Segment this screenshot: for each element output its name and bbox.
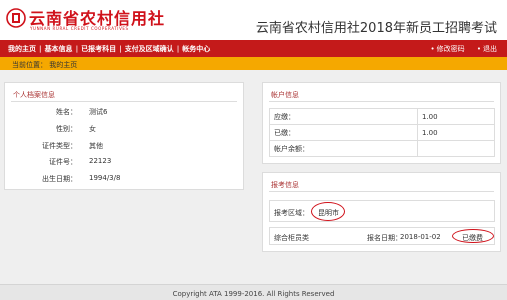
account-value: 1.00	[417, 124, 495, 141]
info-row-name: 姓名： 测试6	[5, 107, 245, 117]
info-label: 证件类型：	[42, 142, 77, 150]
info-label: 证件号：	[49, 158, 77, 166]
account-value: 1.00	[417, 108, 495, 125]
region-label: 报考区域：	[274, 209, 309, 217]
bank-logo-icon	[6, 8, 26, 28]
registration-info-title: 报考信息	[271, 181, 299, 189]
account-label: 帐户余额：	[269, 140, 418, 157]
info-value: 测试6	[89, 108, 108, 116]
nav-separator: |	[119, 45, 122, 53]
account-table: 应缴： 1.00 已缴： 1.00 帐户余额：	[269, 108, 495, 157]
info-row-id-type: 证件类型： 其他	[5, 141, 245, 151]
divider	[269, 191, 494, 192]
info-row-gender: 性别： 女	[5, 124, 245, 134]
position-value: 综合柜员类	[274, 234, 309, 242]
table-row: 应缴： 1.00	[269, 108, 495, 125]
nav-item-registered-subjects[interactable]: 已报考科目	[81, 45, 116, 53]
nav-separator: |	[75, 45, 79, 53]
nav-item-payment-region[interactable]: 支付及区域确认	[125, 45, 174, 53]
personal-info-panel: 个人档案信息 姓名： 测试6 性别： 女 证件类型： 其他 证件号： 22123…	[4, 82, 244, 190]
personal-info-title: 个人档案信息	[13, 91, 55, 99]
logo-subtitle: YUNNAN RURAL CREDIT COOPERATIVES	[30, 26, 129, 31]
info-label: 性别：	[56, 125, 77, 133]
account-label: 应缴：	[269, 108, 418, 125]
nav-separator: |	[39, 45, 42, 53]
nav-item-account-center[interactable]: 帐务中心	[182, 45, 210, 53]
nav-separator: |	[176, 45, 180, 53]
copyright-text: Copyright ATA 1999-2016. All Rights Rese…	[172, 290, 335, 298]
change-password-label: 修改密码	[436, 45, 465, 53]
nav-item-home[interactable]: 我的主页	[8, 45, 36, 53]
registration-position-row: 综合柜员类 报名日期： 2018-01-02 已缴费	[269, 227, 495, 245]
region-highlight	[311, 202, 345, 221]
logout-label: 退出	[483, 45, 497, 53]
nav-item-basic-info[interactable]: 基本信息	[45, 45, 73, 53]
info-label: 姓名：	[56, 108, 77, 116]
info-row-birth-date: 出生日期： 1994/3/8	[5, 174, 245, 184]
info-row-id-number: 证件号： 22123	[5, 157, 245, 167]
location-bar: 当前位置： 我的主页	[0, 57, 507, 70]
registration-date-value: 2018-01-02	[400, 233, 441, 241]
logout-link[interactable]: • 退出	[477, 45, 497, 53]
info-value: 22123	[89, 157, 112, 165]
bullet-icon: •	[476, 45, 481, 53]
info-value: 女	[89, 125, 96, 133]
bullet-icon: •	[430, 45, 435, 53]
main-nav: 我的主页 | 基本信息 | 已报考科目 | 支付及区域确认 | 帐务中心 • 修改密码 • 退出	[0, 40, 507, 57]
page-header: 云南省农村信用社 YUNNAN RURAL CREDIT COOPERATIVE…	[0, 0, 507, 40]
registration-info-panel: 报考信息 报考区域： 昆明市 综合柜员类 报名日期： 2018-01-02 已缴…	[262, 172, 501, 252]
info-value: 其他	[89, 142, 103, 150]
registration-region-row: 报考区域： 昆明市	[269, 200, 495, 222]
info-value: 1994/3/8	[89, 174, 121, 182]
account-label: 已缴：	[269, 124, 418, 141]
status-highlight	[452, 229, 494, 243]
page-footer: Copyright ATA 1999-2016. All Rights Rese…	[0, 284, 507, 300]
info-label: 出生日期：	[42, 175, 77, 183]
divider	[269, 101, 494, 102]
registration-date-label: 报名日期：	[367, 234, 402, 242]
account-info-panel: 帐户信息 应缴： 1.00 已缴： 1.00 帐户余额：	[262, 82, 501, 164]
account-info-title: 帐户信息	[271, 91, 299, 99]
divider	[11, 101, 237, 102]
account-value	[417, 140, 495, 157]
change-password-link[interactable]: • 修改密码	[430, 45, 464, 53]
page-title: 云南省农村信用社2018年新员工招聘考试	[255, 21, 497, 36]
table-row: 帐户余额：	[269, 140, 495, 157]
table-row: 已缴： 1.00	[269, 124, 495, 141]
breadcrumb: 当前位置： 我的主页	[12, 61, 78, 69]
